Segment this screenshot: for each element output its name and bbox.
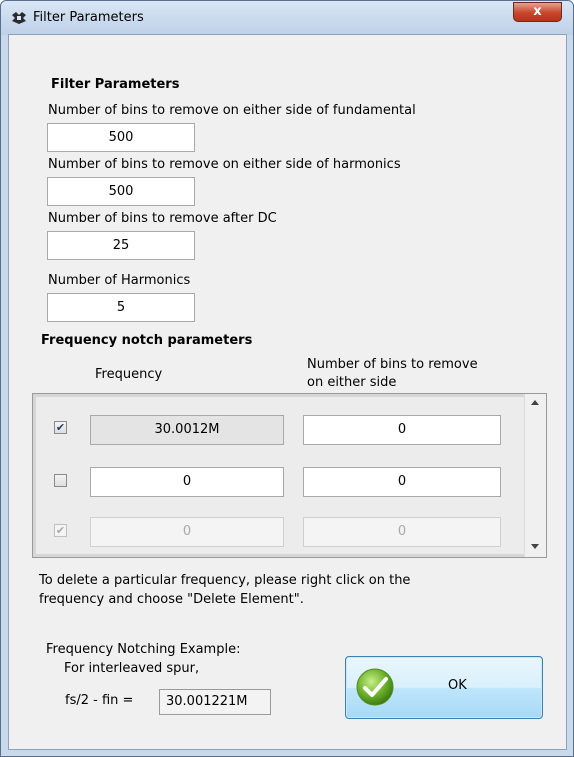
after-dc-bins-input[interactable]: 25: [47, 231, 195, 260]
delete-instructions-line2: frequency and choose "Delete Element".: [39, 592, 304, 607]
formula-value-field: 30.001221M: [159, 689, 271, 715]
scroll-down-icon[interactable]: [531, 544, 539, 549]
scroll-up-icon[interactable]: [531, 400, 539, 405]
app-logo-icon: [12, 12, 26, 24]
notch-row-3-frequency-input: 0: [90, 517, 284, 547]
ok-button[interactable]: OK: [345, 656, 543, 719]
notch-row-1-bins-input[interactable]: 0: [303, 415, 501, 445]
num-harmonics-input[interactable]: 5: [47, 293, 195, 322]
window-title: Filter Parameters: [33, 10, 144, 25]
notch-list-scrollbar[interactable]: [524, 394, 546, 557]
example-heading: Frequency Notching Example:: [46, 642, 241, 657]
notch-row-2-checkbox[interactable]: [54, 474, 67, 487]
close-icon: x: [533, 4, 542, 19]
notch-row-1-checkbox[interactable]: ✔: [54, 421, 67, 434]
check-icon: [356, 668, 394, 706]
title-bar[interactable]: Filter Parameters x: [1, 1, 573, 35]
after-dc-bins-label: Number of bins to remove after DC: [48, 211, 277, 226]
ok-button-label: OK: [448, 678, 467, 693]
notch-row-3-bins-input: 0: [303, 517, 501, 547]
notch-parameters-heading: Frequency notch parameters: [41, 333, 253, 348]
notch-row-1-frequency: 30.0012M: [90, 415, 284, 445]
filter-parameters-heading: Filter Parameters: [51, 77, 180, 92]
formula-label: fs/2 - fin =: [65, 693, 134, 708]
notch-row-2-bins-input[interactable]: 0: [303, 467, 501, 497]
delete-instructions-line1: To delete a particular frequency, please…: [39, 573, 411, 588]
bins-column-header-line2: on either side: [307, 375, 397, 390]
dialog-window: Filter Parameters x Filter Parameters Nu…: [0, 0, 574, 757]
notch-row-2-frequency-input[interactable]: 0: [90, 467, 284, 497]
harmonics-bins-input[interactable]: 500: [47, 177, 195, 206]
close-button[interactable]: x: [513, 2, 562, 22]
fundamental-bins-label: Number of bins to remove on either side …: [48, 103, 416, 118]
num-harmonics-label: Number of Harmonics: [48, 273, 191, 288]
example-subheading: For interleaved spur,: [64, 661, 200, 676]
bins-column-header-line1: Number of bins to remove: [307, 357, 478, 372]
notch-row-3-checkbox: ✔: [54, 524, 67, 537]
frequency-column-header: Frequency: [95, 367, 163, 382]
harmonics-bins-label: Number of bins to remove on either side …: [48, 157, 401, 172]
fundamental-bins-input[interactable]: 500: [47, 123, 195, 152]
